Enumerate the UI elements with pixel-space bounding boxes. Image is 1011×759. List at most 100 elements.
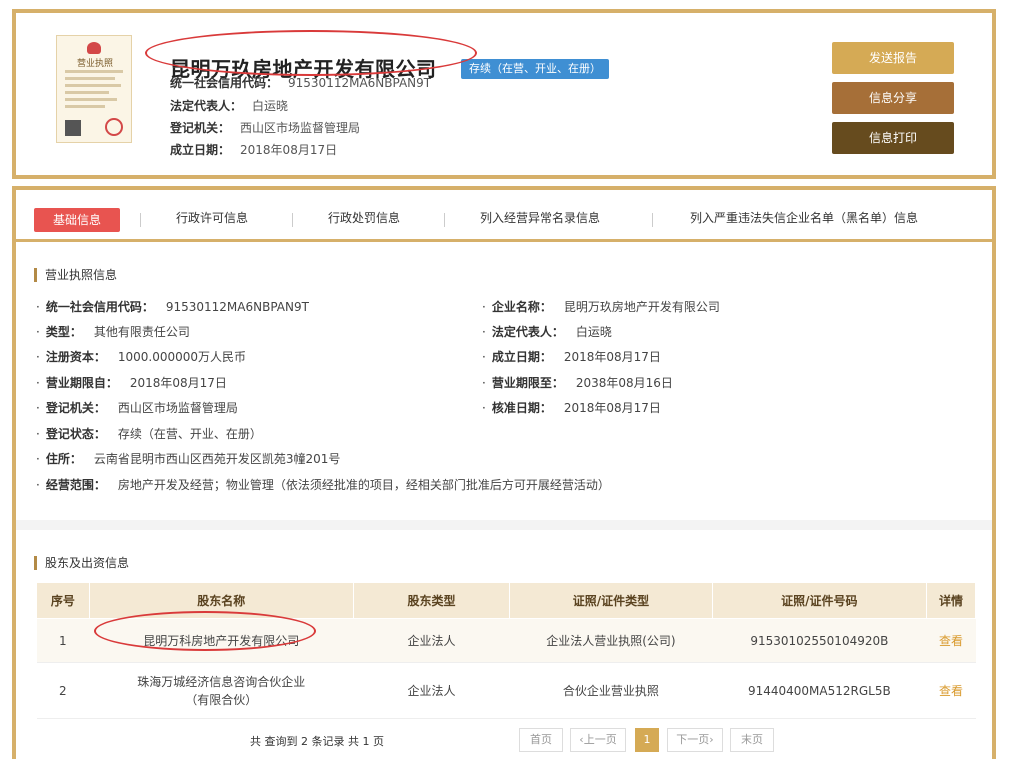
certificate-type: 企业法人营业执照(公司) [509, 618, 713, 663]
bullet: · [36, 401, 40, 415]
license-text-lines [65, 70, 123, 112]
field-value: 2038年08月16日 [575, 376, 673, 390]
established-row: 成立日期： 2018年08月17日 [170, 141, 337, 158]
qr-code-icon [65, 120, 81, 136]
certificate-number: 91440400MA512RGL5B [712, 662, 927, 719]
shareholder-table: 序号 股东名称 股东类型 证照/证件类型 证照/证件号码 详情 1 昆明万科房地… [36, 582, 977, 719]
field-value: 1000.000000万人民币 [117, 350, 247, 364]
main-panel: 基础信息 行政许可信息 行政处罚信息 列入经营异常名录信息 列入严重违法失信企业… [12, 186, 996, 759]
tab-admin-penalty[interactable]: 行政处罚信息 [328, 209, 400, 226]
view-detail-link[interactable]: 查看 [926, 662, 976, 719]
bullet: · [36, 325, 40, 339]
field-value: 其他有限责任公司 [93, 325, 190, 339]
share-info-button[interactable]: 信息分享 [832, 82, 954, 114]
seal-icon [105, 118, 123, 136]
bullet: · [36, 427, 40, 441]
certificate-type: 合伙企业营业执照 [509, 662, 713, 719]
tab-divider [140, 213, 141, 227]
field-value: 91530112MA6NBPAN9T [165, 300, 309, 314]
status-badge: 存续（在营、开业、在册） [461, 59, 609, 79]
bullet: · [36, 452, 40, 466]
bullet: · [36, 350, 40, 364]
column-header: 序号 [36, 582, 90, 619]
first-page-button[interactable]: 首页 [519, 728, 563, 752]
bullet: · [482, 350, 486, 364]
field-value: 云南省昆明市西山区西苑开发区凯苑3幢201号 [93, 452, 341, 466]
credit-code-label: 统一社会信用代码： [170, 76, 279, 90]
field-label: 登记状态： [45, 427, 106, 441]
field-established: · 成立日期： 2018年08月17日 [482, 348, 661, 365]
column-header: 详情 [925, 582, 977, 619]
prev-page-button[interactable]: ‹上一页 [570, 728, 626, 752]
tab-divider [292, 213, 293, 227]
table-row: 2 珠海万城经济信息咨询合伙企业（有限合伙） 企业法人 合伙企业营业执照 914… [36, 662, 976, 719]
shareholder-section-title: 股东及出资信息 [34, 556, 129, 570]
shareholder-type: 企业法人 [353, 662, 510, 719]
annotation-circle-shareholder [94, 611, 316, 651]
field-value: 2018年08月17日 [563, 401, 661, 415]
tab-admin-license[interactable]: 行政许可信息 [176, 209, 248, 226]
tab-bar: 基础信息 行政许可信息 行政处罚信息 列入经营异常名录信息 列入严重违法失信企业… [16, 190, 992, 242]
field-term-to: · 营业期限至： 2038年08月16日 [482, 374, 673, 391]
section-divider [16, 520, 992, 530]
bullet: · [36, 478, 40, 492]
bullet: · [36, 376, 40, 390]
annotation-circle-company-name [145, 30, 477, 76]
field-value: 存续（在营、开业、在册） [117, 427, 262, 441]
print-info-button[interactable]: 信息打印 [832, 122, 954, 154]
field-legal-rep: · 法定代表人： 白运晓 [482, 323, 612, 340]
pagination-summary: 共 查询到 2 条记录 共 1 页 [250, 735, 384, 748]
tab-basic-info[interactable]: 基础信息 [34, 208, 120, 232]
field-label: 法定代表人： [491, 325, 564, 339]
field-value: 2018年08月17日 [563, 350, 661, 364]
established-value: 2018年08月17日 [240, 143, 338, 157]
certificate-number: 91530102550104920B [712, 618, 927, 663]
bullet: · [482, 300, 486, 314]
tab-abnormal-list[interactable]: 列入经营异常名录信息 [480, 209, 600, 226]
field-label: 住所： [45, 452, 82, 466]
field-approval-date: · 核准日期： 2018年08月17日 [482, 399, 661, 416]
field-business-scope: · 经营范围： 房地产开发及经营；物业管理（依法须经批准的项目，经相关部门批准后方可… [36, 476, 610, 493]
next-page-button[interactable]: 下一页› [667, 728, 723, 752]
field-label: 经营范围： [45, 478, 106, 492]
field-registered-capital: · 注册资本： 1000.000000万人民币 [36, 348, 246, 365]
row-number: 2 [36, 662, 90, 719]
bullet: · [482, 376, 486, 390]
bullet: · [482, 325, 486, 339]
field-credit-code: · 统一社会信用代码： 91530112MA6NBPAN9T [36, 298, 309, 315]
page-1-button[interactable]: 1 [635, 728, 659, 752]
field-label: 成立日期： [491, 350, 552, 364]
field-label: 营业期限自： [45, 376, 118, 390]
authority-label: 登记机关： [170, 121, 231, 135]
tab-divider [444, 213, 445, 227]
field-label: 登记机关： [45, 401, 106, 415]
business-license-thumbnail[interactable]: 营业执照 [56, 35, 132, 143]
legal-rep-label: 法定代表人： [170, 99, 243, 113]
national-emblem-icon [87, 42, 101, 54]
field-label: 营业期限至： [491, 376, 564, 390]
last-page-button[interactable]: 末页 [730, 728, 774, 752]
shareholder-name: 珠海万城经济信息咨询合伙企业（有限合伙） [89, 662, 354, 719]
legal-rep-row: 法定代表人： 白运晓 [170, 97, 288, 114]
bullet: · [482, 401, 486, 415]
tab-blacklist[interactable]: 列入严重违法失信企业名单（黑名单）信息 [690, 209, 918, 226]
field-term-from: · 营业期限自： 2018年08月17日 [36, 374, 227, 391]
field-label: 注册资本： [45, 350, 106, 364]
field-value: 2018年08月17日 [129, 376, 227, 390]
authority-value: 西山区市场监督管理局 [240, 121, 361, 135]
license-title: 营业执照 [76, 59, 113, 69]
established-label: 成立日期： [170, 143, 231, 157]
field-type: · 类型： 其他有限责任公司 [36, 323, 190, 340]
column-header: 证照/证件号码 [711, 582, 927, 619]
field-address: · 住所： 云南省昆明市西山区西苑开发区凯苑3幢201号 [36, 450, 340, 467]
view-detail-link[interactable]: 查看 [926, 618, 976, 663]
credit-code-value: 91530112MA6NBPAN9T [288, 76, 432, 90]
field-label: 企业名称： [491, 300, 552, 314]
shareholder-type: 企业法人 [353, 618, 510, 663]
row-number: 1 [36, 618, 90, 663]
field-label: 类型： [45, 325, 82, 339]
field-status: · 登记状态： 存续（在营、开业、在册） [36, 425, 262, 442]
column-header: 股东类型 [352, 582, 511, 619]
send-report-button[interactable]: 发送报告 [832, 42, 954, 74]
license-section-title: 营业执照信息 [34, 268, 117, 282]
